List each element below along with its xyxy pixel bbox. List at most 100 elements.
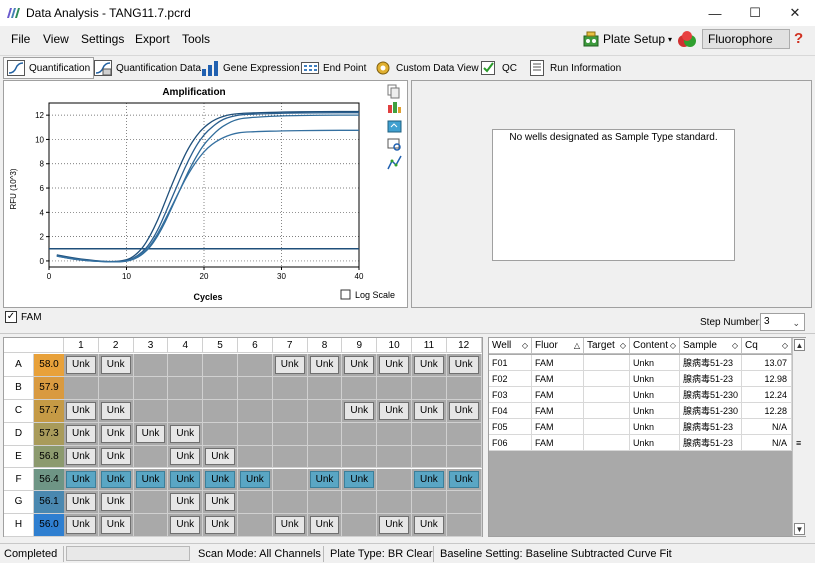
- plate-row-header[interactable]: D: [4, 422, 34, 446]
- plate-column-header[interactable]: 3: [133, 338, 169, 353]
- plate-well[interactable]: [98, 376, 134, 400]
- plate-well[interactable]: [307, 399, 343, 423]
- plate-column-header[interactable]: 7: [272, 338, 308, 353]
- results-column-header[interactable]: Target ◇: [584, 338, 630, 354]
- plate-well[interactable]: Unk: [64, 422, 99, 446]
- plate-well[interactable]: Unk: [98, 445, 134, 469]
- plate-well[interactable]: Unk: [377, 514, 412, 538]
- plate-well[interactable]: [168, 399, 204, 423]
- plate-column-header[interactable]: 11: [412, 338, 447, 353]
- plate-well[interactable]: Unk: [203, 491, 238, 515]
- plate-well[interactable]: Unk: [307, 354, 343, 377]
- plate-well[interactable]: Unk: [342, 468, 378, 492]
- sort-icon[interactable]: △: [574, 338, 580, 354]
- plate-well[interactable]: [377, 491, 412, 515]
- results-column-header[interactable]: Content ◇: [630, 338, 680, 354]
- plate-well[interactable]: [412, 422, 447, 446]
- sort-icon[interactable]: ◇: [620, 338, 626, 354]
- plate-well[interactable]: [272, 376, 308, 400]
- plate-well[interactable]: [446, 491, 482, 515]
- plate-well[interactable]: [377, 422, 412, 446]
- copy-chart-icon[interactable]: [387, 84, 400, 99]
- plate-column-header[interactable]: 5: [203, 338, 238, 353]
- plate-column-header[interactable]: 1: [64, 338, 99, 353]
- plate-well[interactable]: Unk: [412, 354, 447, 377]
- plate-well[interactable]: [307, 376, 343, 400]
- plate-well[interactable]: Unk: [64, 399, 99, 423]
- plate-well[interactable]: Unk: [412, 468, 447, 492]
- plate-column-header[interactable]: 6: [238, 338, 273, 353]
- sort-icon[interactable]: ◇: [522, 338, 528, 354]
- plate-well[interactable]: [307, 422, 343, 446]
- plate-well[interactable]: [133, 376, 169, 400]
- plate-row-header[interactable]: C: [4, 399, 34, 423]
- plate-well[interactable]: Unk: [98, 399, 134, 423]
- plate-well[interactable]: Unk: [446, 468, 482, 492]
- zoom-chart-icon[interactable]: [387, 138, 401, 151]
- chart-settings-icon[interactable]: [388, 102, 401, 113]
- tab-qc[interactable]: QC: [477, 57, 520, 79]
- menu-export[interactable]: Export: [135, 32, 170, 46]
- step-number-select[interactable]: 3 ⌄: [760, 313, 805, 331]
- plate-well[interactable]: [342, 514, 378, 538]
- refresh-chart-icon[interactable]: [387, 120, 402, 133]
- plate-column-header[interactable]: 2: [98, 338, 134, 353]
- plate-well[interactable]: Unk: [446, 354, 482, 377]
- table-row[interactable]: F06 FAM Unkn 腺病毒51-23 N/A: [489, 435, 792, 451]
- plate-well[interactable]: [446, 514, 482, 538]
- menu-tools[interactable]: Tools: [182, 32, 210, 46]
- plate-well[interactable]: [446, 376, 482, 400]
- plate-row-header[interactable]: A: [4, 354, 34, 377]
- close-button[interactable]: ✕: [775, 0, 815, 26]
- plate-well[interactable]: Unk: [98, 514, 134, 538]
- plate-well[interactable]: Unk: [307, 468, 343, 492]
- plate-well[interactable]: Unk: [377, 354, 412, 377]
- plate-well[interactable]: Unk: [133, 468, 169, 492]
- tab-quantification-data[interactable]: Quantification Data: [91, 57, 204, 79]
- plate-well[interactable]: [272, 445, 308, 469]
- plate-well[interactable]: Unk: [272, 354, 308, 377]
- color-balls-icon[interactable]: [676, 29, 698, 49]
- menu-settings[interactable]: Settings: [81, 32, 124, 46]
- plate-well[interactable]: Unk: [203, 468, 238, 492]
- plate-column-header[interactable]: 10: [377, 338, 412, 353]
- plate-well[interactable]: [238, 376, 273, 400]
- plate-well[interactable]: Unk: [168, 514, 204, 538]
- plate-well[interactable]: Unk: [238, 468, 273, 492]
- plate-well[interactable]: Unk: [133, 422, 169, 446]
- scroll-grip-icon[interactable]: ≡: [796, 438, 801, 448]
- plate-well[interactable]: Unk: [203, 445, 238, 469]
- plate-column-header[interactable]: 4: [168, 338, 204, 353]
- tab-gene-expression[interactable]: Gene Expression: [198, 57, 303, 79]
- plate-well[interactable]: [168, 376, 204, 400]
- plate-well[interactable]: Unk: [98, 491, 134, 515]
- fam-checkbox[interactable]: ✓: [5, 311, 17, 323]
- menu-file[interactable]: File: [11, 32, 30, 46]
- plate-row-header[interactable]: F: [4, 468, 34, 492]
- plate-well[interactable]: [342, 445, 378, 469]
- plate-well[interactable]: [412, 445, 447, 469]
- tab-custom-data-view[interactable]: Custom Data View: [371, 57, 482, 79]
- plate-well[interactable]: [272, 468, 308, 492]
- plate-well[interactable]: Unk: [446, 399, 482, 423]
- plate-row-header[interactable]: H: [4, 514, 34, 538]
- sort-icon[interactable]: ◇: [732, 338, 738, 354]
- scroll-up-icon[interactable]: ▲: [794, 339, 805, 351]
- plate-well[interactable]: [238, 491, 273, 515]
- plate-well[interactable]: [168, 354, 204, 377]
- minimize-button[interactable]: —: [695, 0, 735, 26]
- plate-well[interactable]: Unk: [342, 399, 378, 423]
- results-column-header[interactable]: Well ◇: [489, 338, 532, 354]
- table-row[interactable]: F04 FAM Unkn 腺病毒51-230 12.28: [489, 403, 792, 419]
- plate-well[interactable]: [238, 422, 273, 446]
- log-scale-box[interactable]: [340, 289, 351, 300]
- plate-corner[interactable]: [4, 338, 64, 353]
- plate-well[interactable]: Unk: [98, 354, 134, 377]
- plate-well[interactable]: Unk: [168, 445, 204, 469]
- plate-well[interactable]: [446, 445, 482, 469]
- plate-column-header[interactable]: 9: [342, 338, 378, 353]
- plate-well[interactable]: Unk: [64, 445, 99, 469]
- results-scrollbar[interactable]: ▲ ≡ ▼: [792, 338, 806, 536]
- plate-well[interactable]: Unk: [64, 514, 99, 538]
- plate-well[interactable]: [203, 422, 238, 446]
